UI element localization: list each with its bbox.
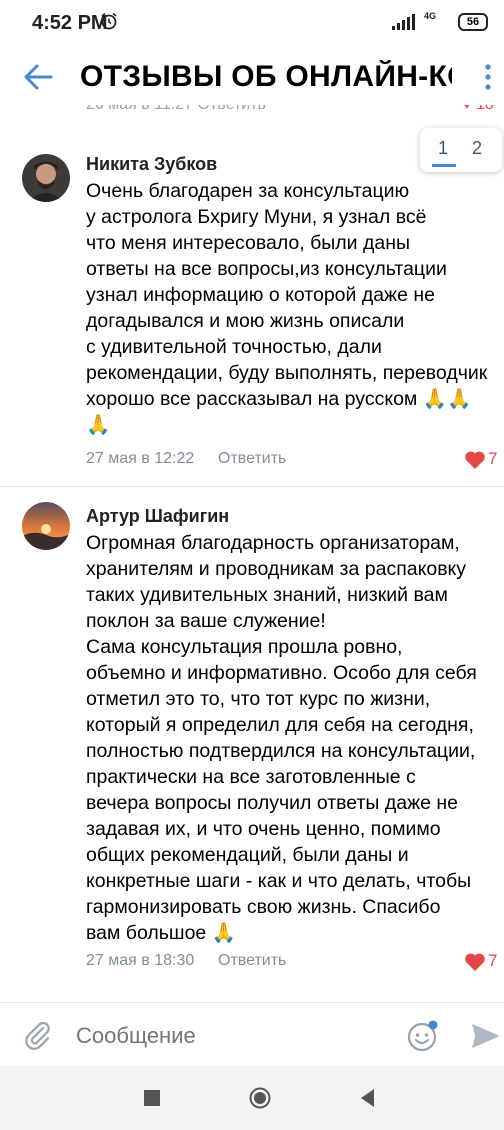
like-button[interactable]: 7 — [464, 449, 504, 471]
like-button[interactable]: 7 — [464, 951, 504, 973]
heart-icon — [465, 953, 485, 971]
status-time: 4:52 PM — [32, 12, 108, 34]
recents-icon[interactable] — [140, 1086, 164, 1110]
avatar[interactable] — [22, 502, 70, 550]
battery-level: 56 — [466, 16, 480, 28]
back-arrow-icon[interactable] — [22, 62, 54, 92]
message-input-bar — [0, 1002, 504, 1067]
avatar-image — [22, 154, 70, 202]
back-nav-icon[interactable] — [356, 1086, 380, 1110]
alarm-icon — [101, 12, 117, 30]
comment-item: Артур Шафигин Огромная благодарность орг… — [0, 502, 504, 982]
comment-text: Огромная благодарность организаторам, хр… — [86, 532, 477, 944]
more-vertical-icon[interactable] — [478, 62, 498, 92]
heart-icon — [465, 451, 485, 469]
page-title: ОТЗЫВЫ ОБ ОНЛАЙН-КОНСУЛЬТАЦИИ — [80, 60, 452, 93]
message-input[interactable] — [76, 1023, 386, 1049]
avatar[interactable] — [22, 154, 70, 202]
comment-date: 27 мая в 12:22 — [86, 450, 195, 467]
attach-icon[interactable] — [22, 1019, 54, 1051]
app-header: ОТЗЫВЫ ОБ ОНЛАЙН-КОНСУЛЬТАЦИИ — [0, 46, 504, 108]
battery-icon: 56 — [458, 13, 488, 31]
network-type: 4G — [424, 11, 437, 21]
home-icon[interactable] — [248, 1086, 272, 1110]
status-bar: 4:52 PM 4G 56 — [0, 0, 504, 46]
comment-author[interactable]: Артур Шафигин — [86, 506, 229, 527]
send-icon[interactable] — [470, 1021, 500, 1051]
comment-text: Очень благодарен за консультацию у астро… — [86, 180, 488, 436]
like-count: 7 — [488, 951, 498, 970]
system-nav-bar — [0, 1066, 504, 1130]
reply-button[interactable]: Ответить — [218, 450, 286, 468]
signal-icon — [392, 14, 415, 30]
reply-button[interactable]: Ответить — [218, 952, 286, 970]
comment-item: Никита Зубков Очень благодарен за консул… — [0, 150, 504, 484]
comment-author[interactable]: Никита Зубков — [86, 154, 217, 175]
avatar-image — [22, 502, 70, 550]
sticker-icon[interactable] — [406, 1019, 440, 1053]
divider — [0, 486, 504, 487]
like-count: 7 — [488, 449, 498, 468]
comment-date: 27 мая в 18:30 — [86, 952, 195, 969]
